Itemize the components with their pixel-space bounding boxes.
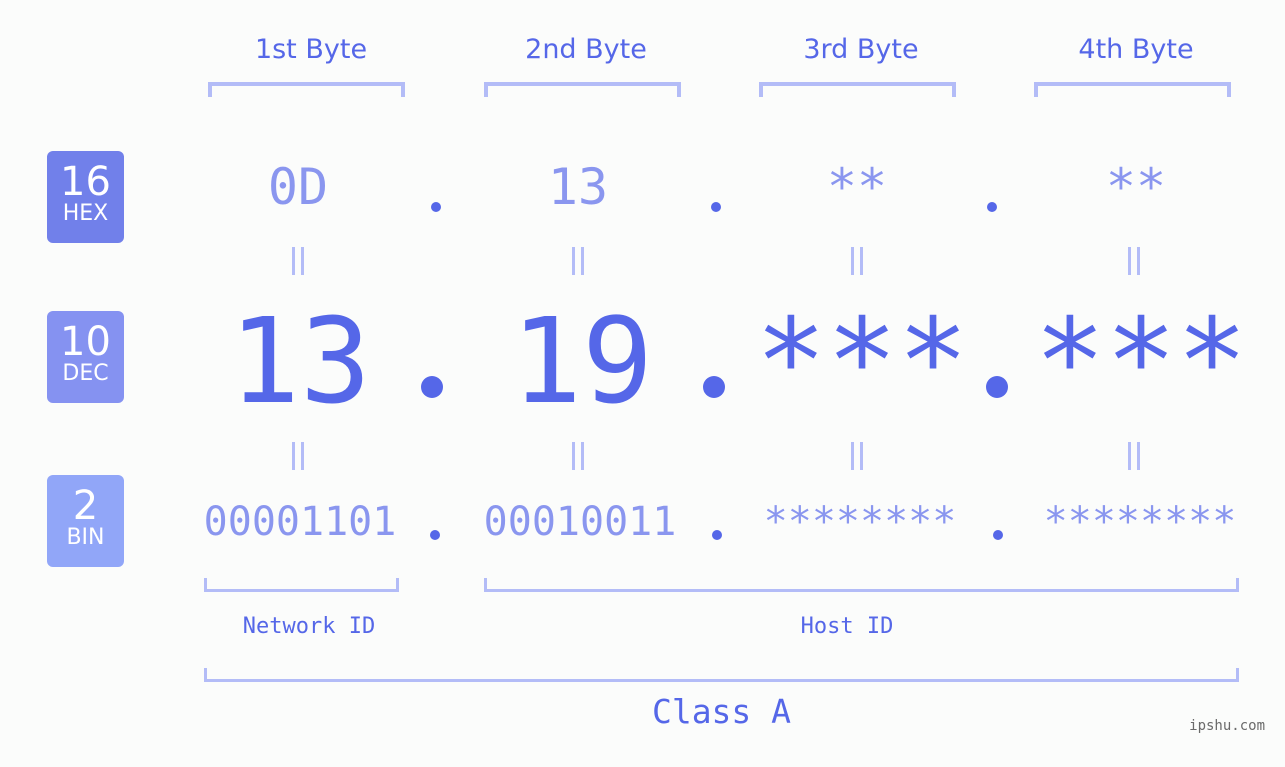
class-bracket bbox=[204, 668, 1239, 682]
equals-marker bbox=[572, 247, 584, 275]
bin-byte-1: 00001101 bbox=[203, 499, 397, 545]
byte-header-4: 4th Byte bbox=[1078, 34, 1194, 65]
hex-separator-dot bbox=[711, 202, 721, 212]
equals-marker bbox=[851, 247, 863, 275]
byte-header-2: 2nd Byte bbox=[525, 34, 647, 65]
dec-badge: 10 DEC bbox=[47, 311, 124, 403]
byte-header-1: 1st Byte bbox=[254, 34, 368, 65]
dec-separator-dot bbox=[703, 376, 725, 398]
dec-separator-dot bbox=[986, 376, 1008, 398]
bin-separator-dot bbox=[430, 530, 440, 540]
network-id-bracket bbox=[204, 578, 399, 592]
hex-badge: 16 HEX bbox=[47, 151, 124, 243]
dec-byte-1: 13 bbox=[228, 292, 372, 430]
watermark: ipshu.com bbox=[1189, 718, 1265, 734]
hex-byte-3: ** bbox=[826, 158, 888, 216]
equals-marker bbox=[1128, 442, 1140, 470]
hex-base-label: HEX bbox=[62, 201, 109, 226]
byte-bracket-2 bbox=[484, 82, 681, 97]
bin-byte-3: ******** bbox=[763, 499, 957, 545]
dec-byte-2: 19 bbox=[510, 292, 654, 430]
dec-byte-4: *** bbox=[1034, 292, 1248, 430]
bin-base-label: BIN bbox=[66, 525, 105, 550]
dec-byte-3: *** bbox=[755, 292, 969, 430]
bin-separator-dot bbox=[993, 530, 1003, 540]
hex-base-number: 16 bbox=[60, 159, 111, 205]
byte-bracket-4 bbox=[1034, 82, 1231, 97]
hex-separator-dot bbox=[987, 202, 997, 212]
equals-marker bbox=[1128, 247, 1140, 275]
dec-separator-dot bbox=[421, 376, 443, 398]
host-id-label: Host ID bbox=[800, 614, 894, 639]
hex-byte-2: 13 bbox=[547, 158, 609, 216]
bin-base-number: 2 bbox=[72, 483, 99, 529]
bin-byte-4: ******** bbox=[1043, 499, 1237, 545]
host-id-bracket bbox=[484, 578, 1239, 592]
bin-byte-2: 00010011 bbox=[483, 499, 677, 545]
byte-bracket-1 bbox=[208, 82, 405, 97]
equals-marker bbox=[851, 442, 863, 470]
hex-byte-1: 0D bbox=[267, 158, 329, 216]
ip-class-label: Class A bbox=[651, 692, 792, 731]
equals-marker bbox=[572, 442, 584, 470]
hex-byte-4: ** bbox=[1105, 158, 1167, 216]
equals-marker bbox=[292, 247, 304, 275]
hex-separator-dot bbox=[431, 202, 441, 212]
dec-base-label: DEC bbox=[62, 361, 109, 386]
network-id-label: Network ID bbox=[242, 614, 376, 639]
bin-separator-dot bbox=[712, 530, 722, 540]
dec-base-number: 10 bbox=[60, 319, 111, 365]
equals-marker bbox=[292, 442, 304, 470]
byte-bracket-3 bbox=[759, 82, 956, 97]
bin-badge: 2 BIN bbox=[47, 475, 124, 567]
byte-header-3: 3rd Byte bbox=[803, 34, 919, 65]
